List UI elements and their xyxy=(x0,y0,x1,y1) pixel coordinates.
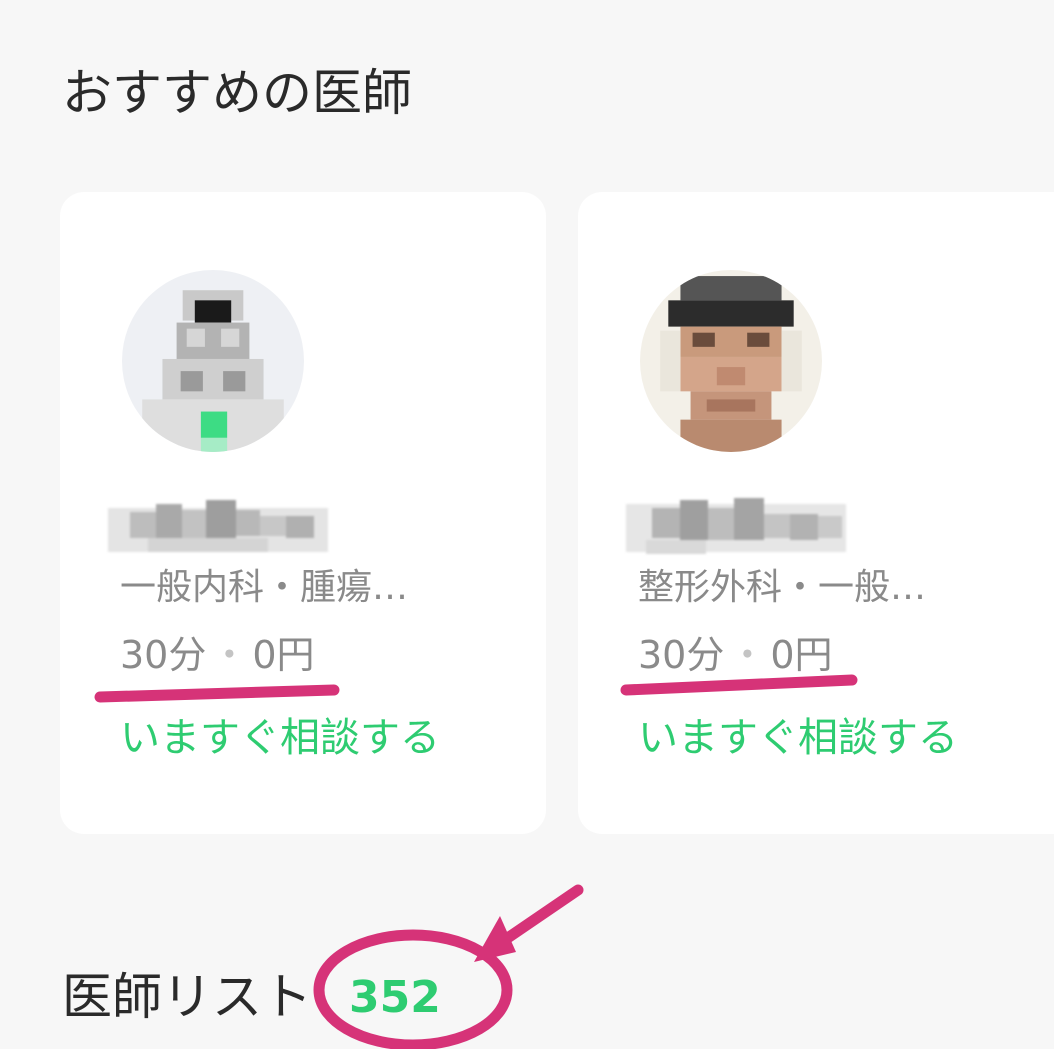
doctor-count: 352 xyxy=(349,972,441,1023)
doctor-card[interactable]: 整形外科・一般… 30分・ 0円 いますぐ相談する xyxy=(578,192,1054,834)
doctor-specialty: 一般内科・腫瘍… xyxy=(120,567,409,608)
consultation-price: 0円 xyxy=(770,633,833,677)
doctor-list-title: 医師リスト xyxy=(62,968,312,1026)
annotation-arrow-icon xyxy=(474,884,584,962)
consultation-duration: 30分 xyxy=(638,633,725,677)
doctor-avatar xyxy=(640,270,822,452)
consult-now-button[interactable]: いますぐ相談する xyxy=(120,718,440,758)
consult-now-button[interactable]: いますぐ相談する xyxy=(638,718,958,758)
consultation-price: 0円 xyxy=(252,633,315,677)
doctor-name-pixelated xyxy=(108,490,328,558)
separator-dot: ・ xyxy=(210,633,249,677)
doctor-avatar xyxy=(122,270,304,452)
consultation-info: 30分・ 0円 xyxy=(120,636,315,674)
doctor-name-pixelated xyxy=(626,490,846,558)
doctor-specialty: 整形外科・一般… xyxy=(638,567,927,608)
doctor-card[interactable]: 一般内科・腫瘍… 30分・ 0円 いますぐ相談する xyxy=(60,192,546,834)
consultation-info: 30分・ 0円 xyxy=(638,636,833,674)
consultation-duration: 30分 xyxy=(120,633,207,677)
recommended-doctors-title: おすすめの医師 xyxy=(62,64,412,122)
separator-dot: ・ xyxy=(728,633,767,677)
